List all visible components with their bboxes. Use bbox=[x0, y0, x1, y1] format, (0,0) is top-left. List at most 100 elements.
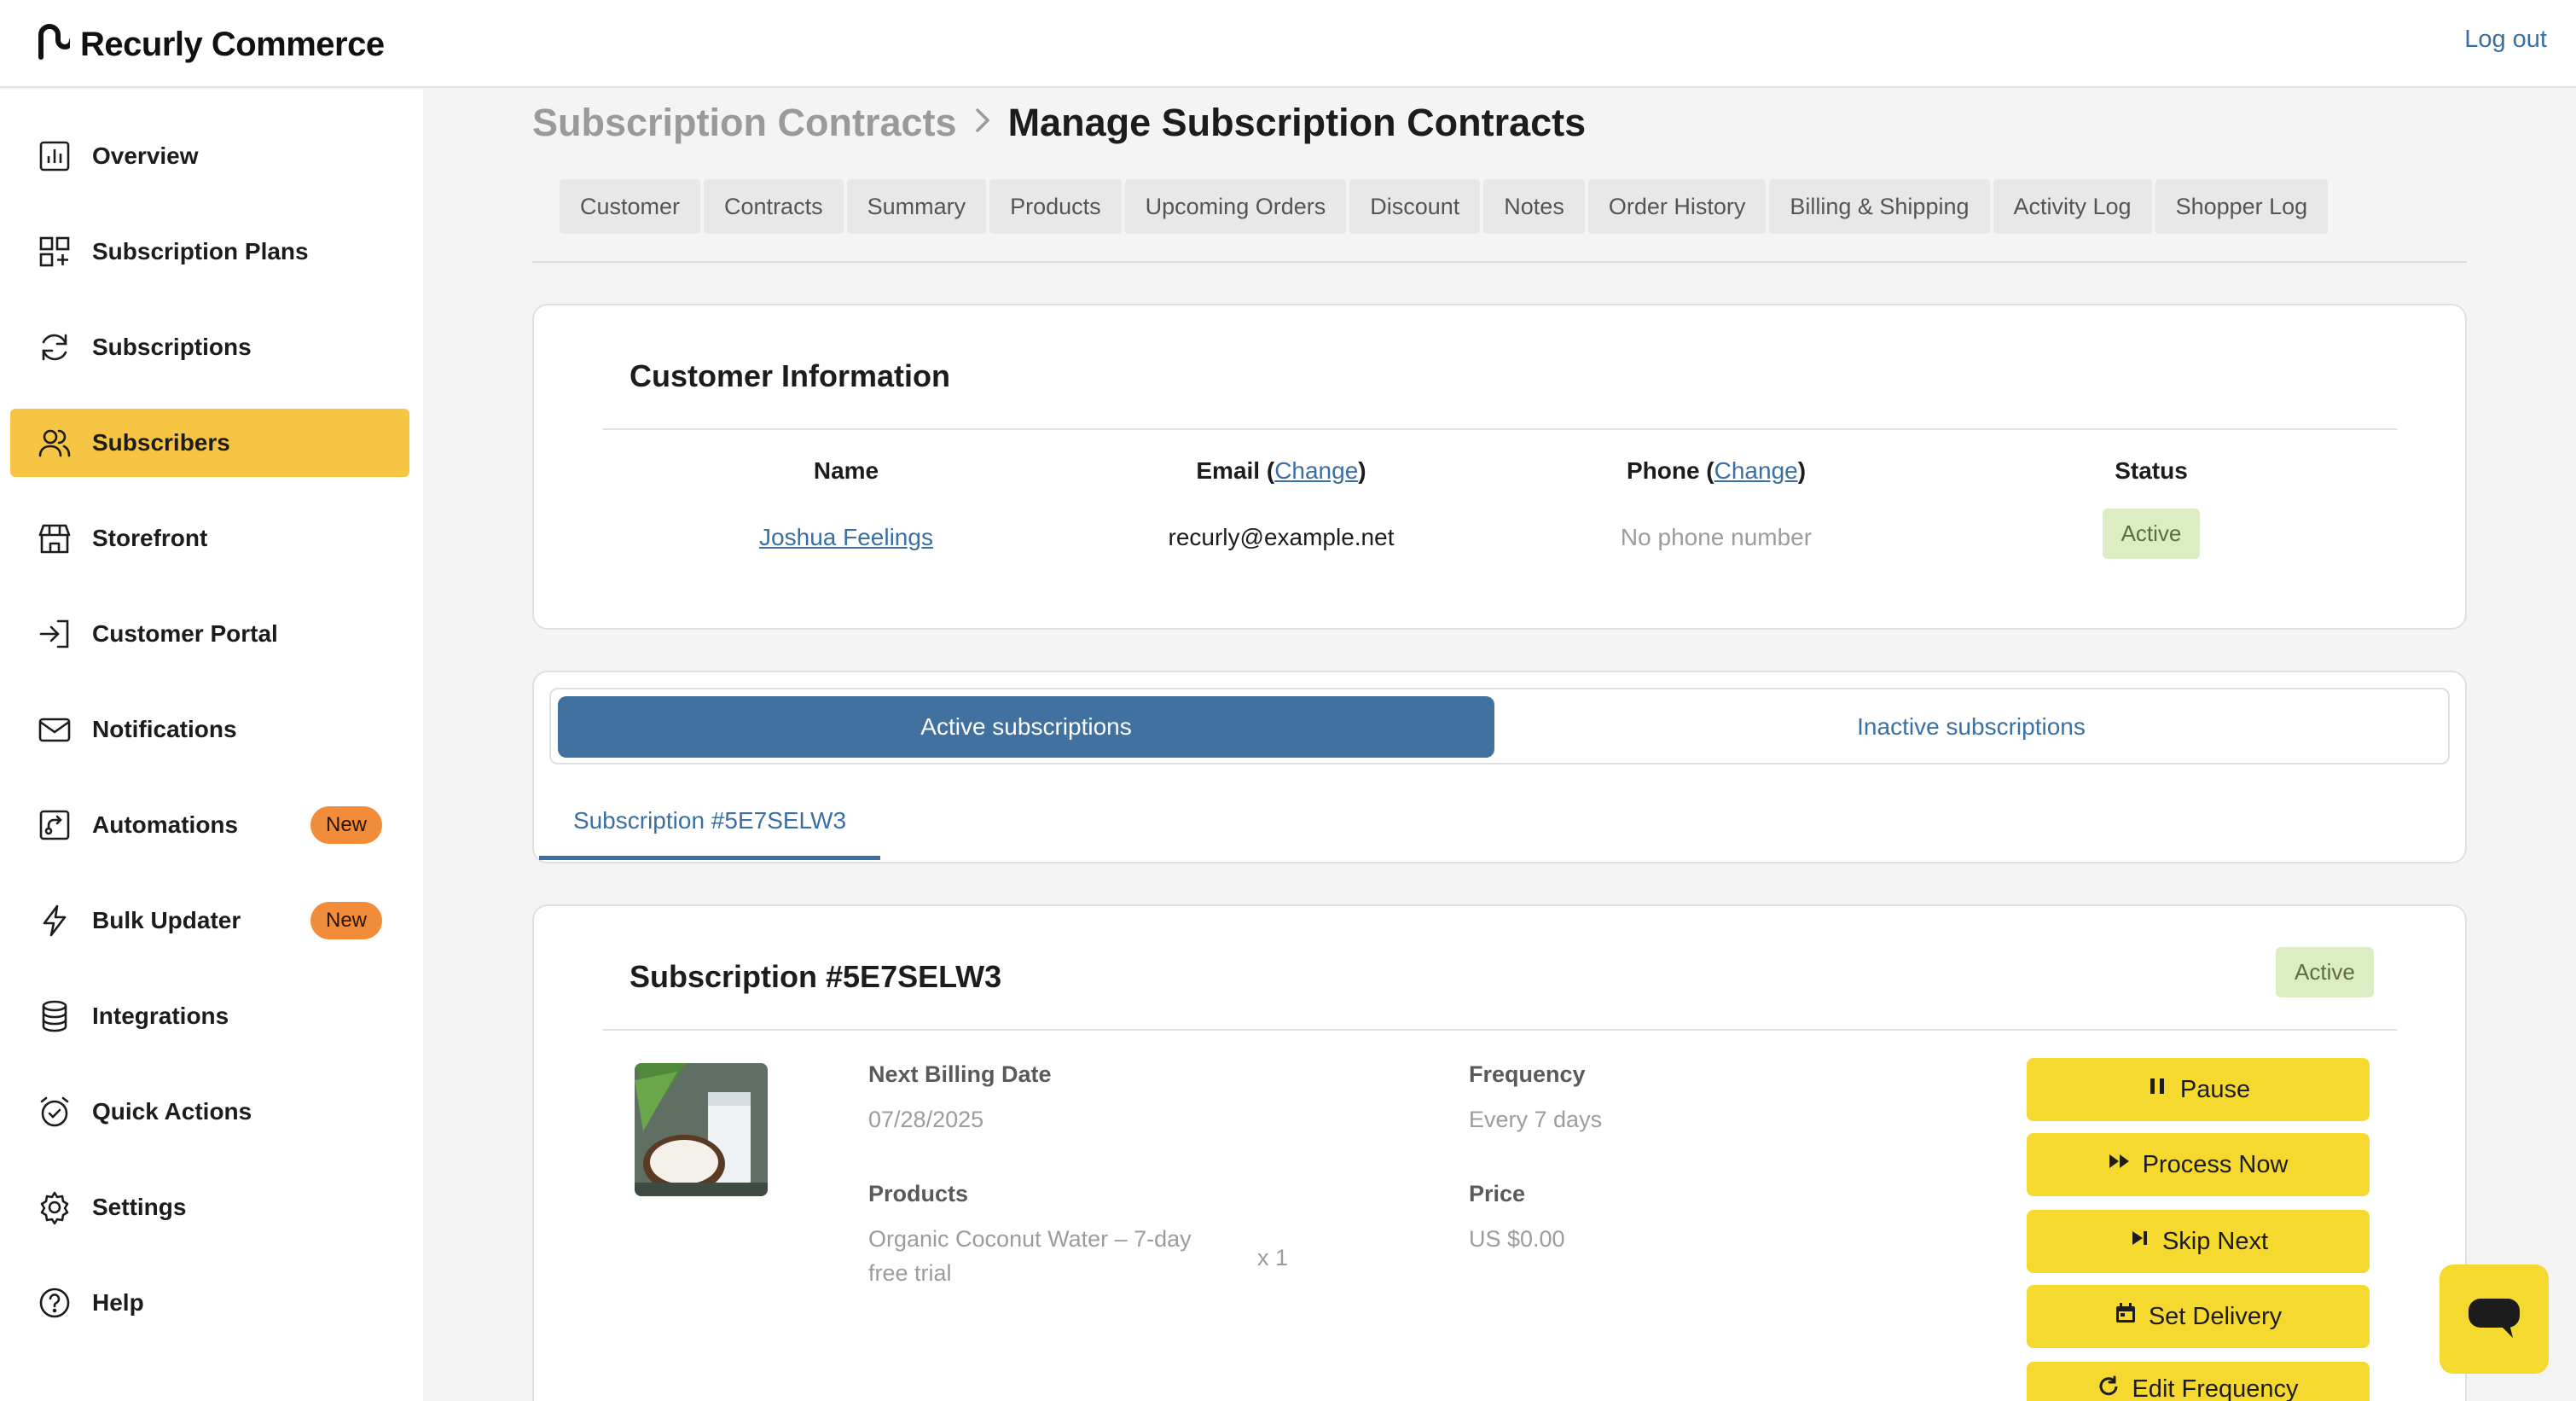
tab-contracts[interactable]: Contracts bbox=[704, 179, 844, 234]
sidebar-item-automations[interactable]: Automations New bbox=[10, 791, 409, 859]
sidebar-item-subscriptions[interactable]: Subscriptions bbox=[10, 313, 409, 381]
customer-name-column: Name Joshua Feelings bbox=[633, 457, 1059, 550]
customer-phone-column: Phone (Change) No phone number bbox=[1503, 457, 1929, 550]
product-name: Organic Coconut Water – 7-day free trial bbox=[868, 1226, 1192, 1286]
set-delivery-button-label: Set Delivery bbox=[2148, 1302, 2283, 1330]
change-email-link[interactable]: Change bbox=[1274, 457, 1358, 484]
sidebar-item-label: Settings bbox=[92, 1194, 187, 1220]
sidebar-item-label: Subscription Plans bbox=[92, 238, 309, 265]
customer-info-divider bbox=[602, 428, 2397, 430]
process-now-button-label: Process Now bbox=[2142, 1150, 2289, 1178]
email-header-label: Email bbox=[1196, 457, 1261, 484]
top-bar: Recurly Commerce Log out bbox=[0, 0, 2576, 88]
sidebar-item-subscribers[interactable]: Subscribers bbox=[10, 409, 409, 477]
tab-customer[interactable]: Customer bbox=[560, 179, 701, 234]
tab-discount[interactable]: Discount bbox=[1349, 179, 1481, 234]
customer-email-value: recurly@example.net bbox=[1168, 524, 1395, 550]
breadcrumb-parent-link[interactable]: Subscription Contracts bbox=[532, 101, 957, 145]
customer-name-link[interactable]: Joshua Feelings bbox=[759, 524, 933, 550]
status-header: Status bbox=[2115, 457, 2188, 484]
change-phone-link[interactable]: Change bbox=[1714, 457, 1798, 484]
brand-name: Recurly Commerce bbox=[80, 25, 385, 63]
rotate-icon bbox=[2097, 1375, 2120, 1401]
name-header: Name bbox=[813, 457, 879, 484]
brand-logo[interactable]: Recurly Commerce bbox=[36, 20, 385, 68]
inactive-subscriptions-button[interactable]: Inactive subscriptions bbox=[1498, 696, 2445, 758]
customer-phone-value: No phone number bbox=[1620, 524, 1813, 550]
customer-status-column: Status Active bbox=[1938, 457, 2364, 559]
tab-upcoming-orders[interactable]: Upcoming Orders bbox=[1124, 179, 1347, 234]
customer-status-value: Active bbox=[1938, 509, 2364, 559]
customer-email-column: Email (Change) recurly@example.net bbox=[1068, 457, 1494, 550]
sidebar-item-label: Help bbox=[92, 1289, 144, 1316]
help-circle-icon bbox=[38, 1286, 72, 1320]
tab-products[interactable]: Products bbox=[989, 179, 1122, 234]
sidebar-item-quick-actions[interactable]: Quick Actions bbox=[10, 1078, 409, 1146]
status-badge: Active bbox=[2102, 509, 2201, 559]
logout-link[interactable]: Log out bbox=[2464, 26, 2547, 54]
subscription-status-toggle: Active subscriptions Inactive subscripti… bbox=[549, 688, 2450, 764]
frequency-value: Every 7 days bbox=[1469, 1107, 1603, 1132]
sidebar-item-label: Integrations bbox=[92, 1003, 229, 1029]
email-header: Email (Change) bbox=[1196, 457, 1366, 484]
calendar-icon bbox=[2115, 1302, 2137, 1331]
next-billing-label: Next Billing Date bbox=[868, 1061, 1052, 1087]
new-badge: New bbox=[310, 902, 383, 939]
recurly-logo-icon bbox=[36, 23, 74, 67]
tab-summary[interactable]: Summary bbox=[846, 179, 987, 234]
chat-button[interactable] bbox=[2440, 1264, 2549, 1374]
tab-billing-shipping[interactable]: Billing & Shipping bbox=[1769, 179, 1990, 234]
automation-icon bbox=[38, 808, 72, 842]
phone-header: Phone (Change) bbox=[1626, 457, 1807, 484]
sidebar-item-overview[interactable]: Overview bbox=[10, 122, 409, 190]
subscription-status: Active bbox=[2276, 947, 2374, 997]
customer-name-value: Joshua Feelings bbox=[633, 524, 1059, 551]
section-tabs: Customer Contracts Summary Products Upco… bbox=[560, 179, 2329, 234]
pause-button-label: Pause bbox=[2179, 1075, 2251, 1103]
sidebar-item-customer-portal[interactable]: Customer Portal bbox=[10, 600, 409, 668]
grid-plus-icon bbox=[38, 235, 72, 269]
coconut-water-product-image bbox=[635, 1063, 768, 1196]
set-delivery-button[interactable]: Set Delivery bbox=[2027, 1285, 2370, 1348]
tab-activity-log[interactable]: Activity Log bbox=[1993, 179, 2152, 234]
skip-next-button-label: Skip Next bbox=[2161, 1227, 2269, 1255]
skip-next-button[interactable]: Skip Next bbox=[2027, 1210, 2370, 1273]
sidebar-item-integrations[interactable]: Integrations bbox=[10, 982, 409, 1050]
skip-next-icon bbox=[2128, 1227, 2150, 1256]
pause-icon bbox=[2146, 1075, 2168, 1104]
fast-forward-icon bbox=[2109, 1150, 2131, 1179]
sidebar-item-help[interactable]: Help bbox=[10, 1269, 409, 1337]
tab-subscription[interactable]: Subscription #5E7SELW3 bbox=[539, 802, 880, 860]
refresh-icon bbox=[38, 330, 72, 364]
gear-icon bbox=[38, 1190, 72, 1224]
sidebar-item-bulk-updater[interactable]: Bulk Updater New bbox=[10, 887, 409, 955]
product-quantity: x 1 bbox=[1257, 1245, 1289, 1270]
price-label: Price bbox=[1469, 1181, 1526, 1206]
bar-chart-icon bbox=[38, 139, 72, 173]
status-badge: Active bbox=[2276, 947, 2374, 997]
edit-frequency-button[interactable]: Edit Frequency bbox=[2027, 1362, 2370, 1401]
tab-shopper-log[interactable]: Shopper Log bbox=[2155, 179, 2329, 234]
pause-button[interactable]: Pause bbox=[2027, 1058, 2370, 1121]
active-subscriptions-button[interactable]: Active subscriptions bbox=[558, 696, 1494, 758]
sidebar-item-label: Storefront bbox=[92, 525, 208, 551]
tab-order-history[interactable]: Order History bbox=[1587, 179, 1767, 234]
customer-info-title: Customer Information bbox=[629, 358, 951, 393]
sidebar-item-subscription-plans[interactable]: Subscription Plans bbox=[10, 218, 409, 286]
frequency-label: Frequency bbox=[1469, 1061, 1586, 1087]
sidebar-item-label: Quick Actions bbox=[92, 1098, 252, 1125]
edit-frequency-button-label: Edit Frequency bbox=[2132, 1375, 2299, 1401]
process-now-button[interactable]: Process Now bbox=[2027, 1133, 2370, 1196]
sidebar-item-notifications[interactable]: Notifications bbox=[10, 695, 409, 764]
sidebar-item-label: Notifications bbox=[92, 716, 237, 742]
sidebar: Overview Subscription Plans Subscription… bbox=[0, 90, 423, 1401]
tab-notes[interactable]: Notes bbox=[1483, 179, 1585, 234]
subscription-divider bbox=[602, 1029, 2397, 1031]
price-value: US $0.00 bbox=[1469, 1226, 1565, 1252]
users-icon bbox=[38, 426, 72, 460]
sidebar-item-label: Bulk Updater bbox=[92, 907, 241, 933]
sidebar-item-storefront[interactable]: Storefront bbox=[10, 504, 409, 573]
sidebar-item-settings[interactable]: Settings bbox=[10, 1173, 409, 1241]
products-label: Products bbox=[868, 1181, 969, 1206]
envelope-icon bbox=[38, 712, 72, 747]
